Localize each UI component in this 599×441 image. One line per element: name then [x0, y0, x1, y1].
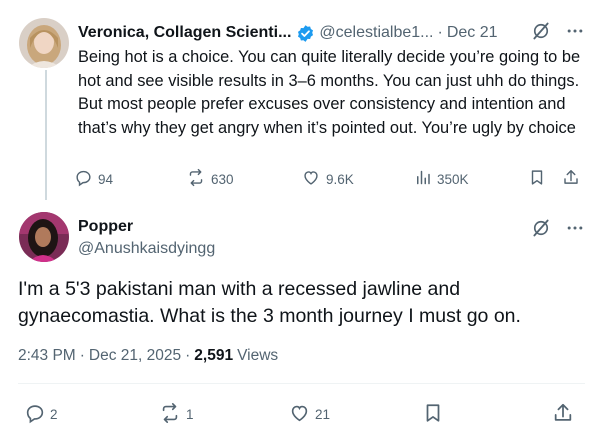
share-icon	[562, 168, 580, 190]
like-button[interactable]: 21	[288, 402, 330, 427]
reply-button[interactable]: 2	[24, 402, 58, 427]
reply-count: 94	[98, 171, 114, 187]
divider	[18, 383, 585, 384]
more-icon[interactable]	[565, 218, 585, 243]
views-count: 2,591	[194, 347, 234, 364]
like-count: 21	[315, 407, 331, 422]
repost-count: 630	[211, 171, 234, 187]
author-name[interactable]: Veronica, Collagen Scienti...	[78, 24, 291, 42]
tweet-time[interactable]: 2:43 PM	[18, 347, 76, 365]
like-button[interactable]: 9.6K	[301, 168, 354, 190]
repost-button[interactable]: 630	[186, 168, 234, 190]
verified-badge-icon[interactable]	[296, 24, 315, 43]
grok-icon[interactable]	[531, 21, 551, 46]
separator-dot: ·	[79, 347, 85, 364]
reply-icon	[24, 402, 46, 427]
tweet-date[interactable]: Dec 21	[447, 24, 498, 42]
bookmark-button[interactable]	[528, 168, 546, 190]
views-icon	[414, 168, 432, 190]
bookmark-icon	[422, 402, 444, 427]
separator-dot: ·	[437, 24, 443, 41]
author-name[interactable]: Popper	[78, 218, 133, 236]
share-button[interactable]	[562, 168, 580, 190]
views-button[interactable]: 350K	[414, 168, 469, 190]
avatar[interactable]	[19, 18, 69, 68]
repost-button[interactable]: 1	[158, 402, 194, 427]
like-icon	[301, 168, 321, 190]
repost-icon	[186, 168, 206, 190]
tweet-meta: 2:43 PM · Dec 21, 2025 · 2,591 Views	[18, 347, 278, 365]
like-icon	[288, 402, 311, 427]
tweet-text: I'm a 5'3 pakistani man with a recessed …	[18, 278, 521, 327]
views-label: Views	[237, 347, 279, 364]
repost-icon	[158, 402, 182, 427]
share-button[interactable]	[552, 402, 574, 427]
more-icon[interactable]	[565, 21, 585, 46]
bookmark-icon	[528, 168, 546, 190]
share-icon	[552, 402, 574, 427]
tweet2-header-icons	[531, 218, 585, 243]
thread-connector-line	[45, 70, 47, 200]
avatar[interactable]	[19, 212, 69, 262]
tweet1-action-bar: 94 630 9.6K 350K	[74, 168, 586, 194]
tweet-text: Being hot is a choice. You can quite lit…	[78, 48, 581, 137]
tweet1-header: Veronica, Collagen Scienti... @celestial…	[78, 22, 585, 44]
views-count: 350K	[437, 171, 469, 187]
bookmark-button[interactable]	[422, 402, 444, 427]
author-handle[interactable]: @celestialbe1...	[319, 24, 433, 42]
tweet2-action-bar: 2 1 21	[18, 402, 583, 428]
like-count: 9.6K	[326, 171, 354, 187]
separator-dot: ·	[185, 347, 191, 364]
reply-count: 2	[50, 407, 58, 422]
repost-count: 1	[186, 407, 194, 422]
author-handle[interactable]: @Anushkaisdyingg	[78, 240, 215, 258]
tweet-date[interactable]: Dec 21, 2025	[89, 347, 181, 365]
reply-button[interactable]: 94	[74, 168, 113, 190]
reply-icon	[74, 168, 93, 190]
grok-icon[interactable]	[531, 218, 551, 243]
